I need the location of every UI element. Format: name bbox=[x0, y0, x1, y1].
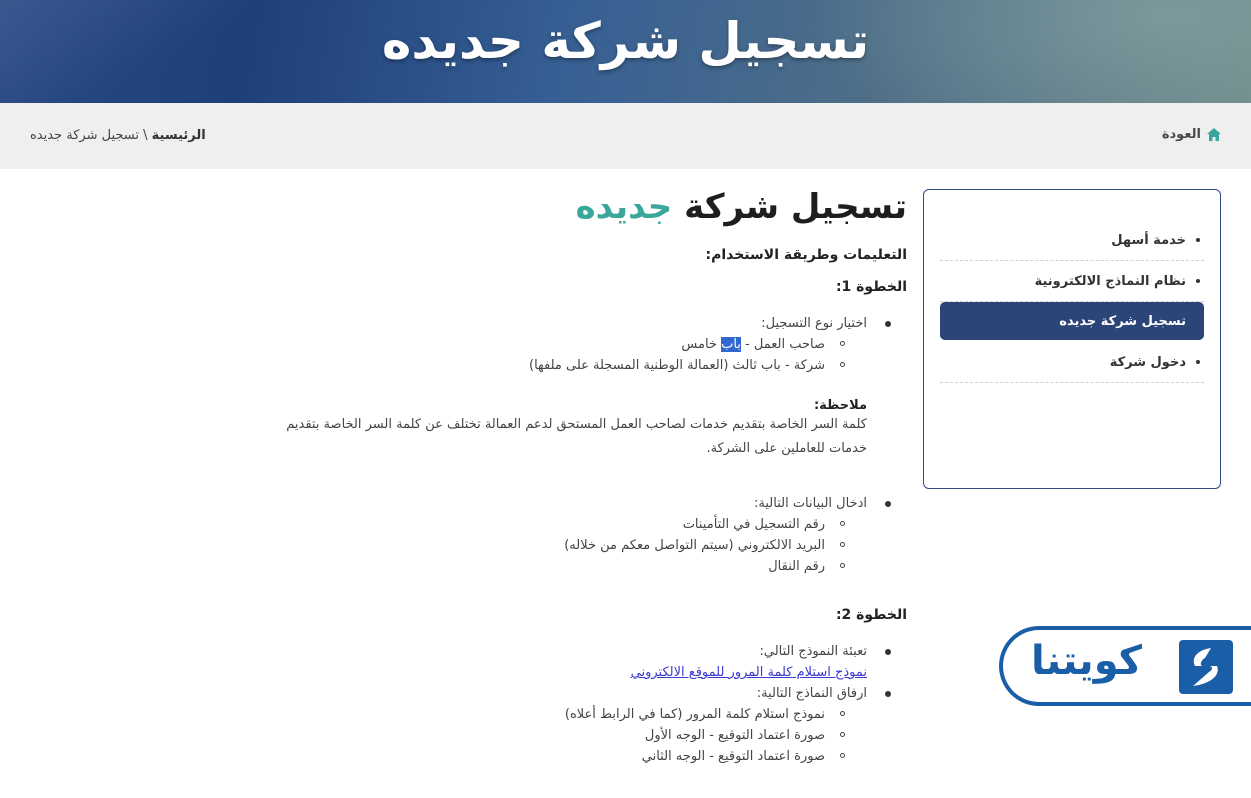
sidebar-item-register-company[interactable]: تسجيل شركة جديده bbox=[940, 302, 1204, 340]
sidebar-item-company-login[interactable]: دخول شركة bbox=[940, 342, 1204, 383]
instructions-heading: التعليمات وطريقة الاستخدام: bbox=[705, 247, 907, 263]
list-item: رقم التسجيل في التأمينات bbox=[207, 514, 845, 535]
list-item: ارفاق النماذج التالية: نموذج استلام كلمة… bbox=[207, 683, 891, 767]
list-item: شركة - باب ثالث (العمالة الوطنية المسجلة… bbox=[207, 355, 845, 376]
bullet-icon bbox=[1196, 279, 1200, 283]
attachments-list: نموذج استلام كلمة المرور (كما في الرابط … bbox=[207, 704, 867, 767]
page-title: تسجيل شركة جديده bbox=[207, 183, 907, 231]
list-item: نموذج استلام كلمة المرور (كما في الرابط … bbox=[207, 704, 845, 725]
step1-choose-label: اختيار نوع التسجيل: bbox=[761, 316, 867, 331]
breadcrumb-home[interactable]: الرئيسية bbox=[152, 128, 206, 143]
step2-attach-label: ارفاق النماذج التالية: bbox=[756, 686, 867, 701]
page-title-main: تسجيل شركة bbox=[684, 187, 907, 227]
list-item: رقم النقال bbox=[207, 556, 845, 577]
lightning-icon bbox=[1193, 648, 1218, 686]
banner-title: تسجيل شركة جديده bbox=[381, 12, 870, 70]
breadcrumb-separator: \ bbox=[143, 128, 148, 143]
page-title-accent: جديده bbox=[575, 187, 673, 227]
logo-text: كويتنا bbox=[1031, 638, 1143, 684]
list-item: صورة اعتماد التوقيع - الوجه الثاني bbox=[207, 746, 845, 767]
home-icon bbox=[1207, 128, 1221, 141]
list-item: ادخال البيانات التالية: رقم التسجيل في ا… bbox=[207, 493, 891, 577]
back-label: العودة bbox=[1161, 127, 1201, 142]
step1-fields-list: ادخال البيانات التالية: رقم التسجيل في ا… bbox=[207, 493, 907, 577]
step2-list: تعبئة النموذج التالي: نموذج استلام كلمة … bbox=[207, 641, 907, 767]
list-item: البريد الالكتروني (سيتم التواصل معكم من … bbox=[207, 535, 845, 556]
bullet-icon bbox=[1196, 360, 1200, 364]
breadcrumb-current: تسجيل شركة جديده bbox=[30, 128, 139, 143]
page-banner: تسجيل شركة جديده bbox=[0, 0, 1251, 103]
note-line: خدمات للعاملين على الشركة. bbox=[706, 441, 867, 456]
note-line: كلمة السر الخاصة بتقديم خدمات لصاحب العم… bbox=[286, 417, 867, 432]
step2-fill-label: تعبئة النموذج التالي: bbox=[759, 644, 867, 659]
sidebar-item-label: نظام النماذج الالكترونية bbox=[1034, 273, 1186, 289]
step1-enter-label: ادخال البيانات التالية: bbox=[754, 496, 867, 511]
kuwaitna-logo: كويتنا bbox=[999, 626, 1251, 706]
step1-heading: الخطوة 1: bbox=[835, 279, 907, 295]
registration-type-list: صاحب العمل - باب خامس شركة - باب ثالث (ا… bbox=[207, 334, 867, 376]
sidebar-item-label: دخول شركة bbox=[1109, 354, 1186, 370]
note-heading: ملاحظة: bbox=[813, 398, 867, 413]
list-item: تعبئة النموذج التالي: نموذج استلام كلمة … bbox=[207, 641, 891, 683]
list-item: اختيار نوع التسجيل: صاحب العمل - باب خام… bbox=[207, 313, 891, 376]
back-link[interactable]: العودة bbox=[1162, 127, 1221, 142]
sidebar-nav: خدمة أسهل نظام النماذج الالكترونية تسجيل… bbox=[923, 189, 1221, 489]
password-form-link[interactable]: نموذج استلام كلمة المرور للموقع الالكترو… bbox=[631, 665, 867, 680]
list-item: صورة اعتماد التوقيع - الوجه الأول bbox=[207, 725, 845, 746]
list-item: صاحب العمل - باب خامس bbox=[207, 334, 845, 355]
sidebar-item-ashal[interactable]: خدمة أسهل bbox=[940, 220, 1204, 261]
main-content: تسجيل شركة جديده التعليمات وطريقة الاستخ… bbox=[207, 183, 907, 767]
sidebar-item-label: خدمة أسهل bbox=[1111, 232, 1186, 248]
bullet-icon bbox=[1196, 238, 1200, 242]
selected-text: باب bbox=[721, 337, 741, 352]
logo-mark-icon bbox=[1179, 640, 1233, 694]
sidebar-item-e-forms[interactable]: نظام النماذج الالكترونية bbox=[940, 261, 1204, 302]
sidebar-item-label: تسجيل شركة جديده bbox=[1059, 313, 1186, 329]
option-text: صاحب العمل - bbox=[740, 337, 825, 352]
note-block: ملاحظة: كلمة السر الخاصة بتقديم خدمات لص… bbox=[207, 398, 867, 461]
step1-list: اختيار نوع التسجيل: صاحب العمل - باب خام… bbox=[207, 313, 907, 376]
option-text: خامس bbox=[681, 337, 722, 352]
required-fields-list: رقم التسجيل في التأمينات البريد الالكترو… bbox=[207, 514, 867, 577]
breadcrumb: الرئيسية \ تسجيل شركة جديده bbox=[30, 128, 206, 143]
breadcrumb-bar: العودة الرئيسية \ تسجيل شركة جديده bbox=[0, 103, 1251, 169]
step2-heading: الخطوة 2: bbox=[835, 607, 907, 623]
